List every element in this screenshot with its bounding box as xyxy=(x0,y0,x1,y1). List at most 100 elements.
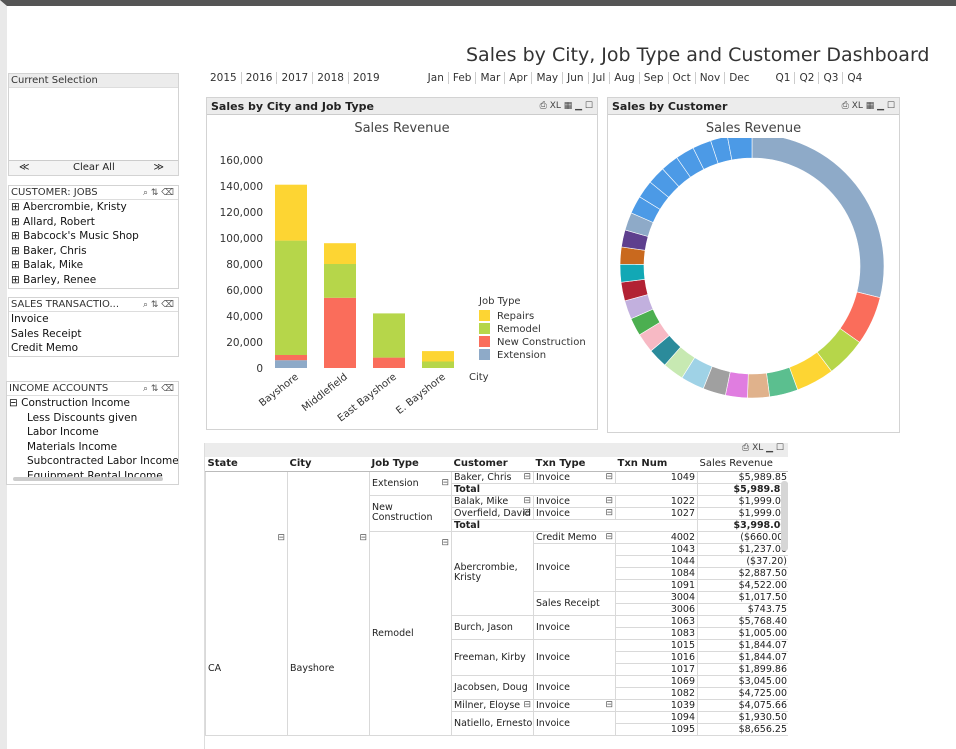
txn-num-cell[interactable]: 1043 xyxy=(615,542,698,556)
filter-month[interactable]: Aug xyxy=(610,72,640,84)
customer-cell[interactable]: Jacobsen, Doug xyxy=(451,674,534,700)
txn-num-cell[interactable]: 3004 xyxy=(615,590,698,604)
txn-type-cell[interactable]: Invoice xyxy=(533,614,616,640)
filter-quarter[interactable]: Q3 xyxy=(819,72,844,84)
search-icon[interactable]: ⌕ ⇅ ⌫ xyxy=(143,298,174,311)
filter-month[interactable]: Nov xyxy=(696,72,726,84)
txn-num-cell[interactable]: 1049 xyxy=(615,470,698,484)
txn-type-cell[interactable]: ⊟ Invoice xyxy=(533,698,616,712)
filter-month[interactable]: Apr xyxy=(505,72,533,84)
txn-num-cell[interactable]: 3006 xyxy=(615,602,698,616)
txn-num-cell[interactable]: 4002 xyxy=(615,530,698,544)
excel-export-icon[interactable]: XL xyxy=(752,443,763,453)
filter-month[interactable]: Mar xyxy=(476,72,506,84)
collapse-icon[interactable]: ⊟ xyxy=(441,538,449,549)
list-item[interactable]: ⊞ Balak, Mike xyxy=(9,258,178,273)
txn-type-cell[interactable]: ⊟ Invoice xyxy=(533,470,616,484)
chart-toolbar[interactable]: ⎙ XL ▦ ▁ ☐ xyxy=(842,98,895,115)
prev-selection-button[interactable]: ≪ xyxy=(19,161,29,175)
list-item[interactable]: Credit Memo xyxy=(9,341,178,356)
filter-quarter[interactable]: Q1 xyxy=(772,72,796,84)
excel-export-icon[interactable]: XL xyxy=(852,101,863,111)
list-item[interactable]: Invoice xyxy=(9,312,178,327)
list-item[interactable]: ⊞ Babcock's Music Shop xyxy=(9,229,178,244)
filter-quarter[interactable]: Q2 xyxy=(795,72,820,84)
txn-num-cell[interactable]: 1091 xyxy=(615,578,698,592)
txn-type-cell[interactable]: Invoice xyxy=(533,674,616,700)
collapse-icon[interactable]: ⊟ xyxy=(359,533,367,544)
txn-type-cell[interactable]: ⊟ Invoice xyxy=(533,494,616,508)
list-item[interactable]: Subcontracted Labor Income xyxy=(7,454,178,469)
list-item[interactable]: ⊞ Barley, Renee xyxy=(9,273,178,288)
list-item[interactable]: Materials Income xyxy=(7,440,178,455)
state-cell[interactable]: ⊟ CA xyxy=(205,470,288,736)
txn-num-cell[interactable]: 1015 xyxy=(615,638,698,652)
txn-num-cell[interactable]: 1017 xyxy=(615,662,698,676)
search-icon[interactable]: ⌕ ⇅ ⌫ xyxy=(143,382,174,395)
collapse-icon[interactable]: ⊟ xyxy=(605,496,613,506)
column-header[interactable]: Sales Revenue xyxy=(697,457,788,472)
collapse-icon[interactable]: ⊟ xyxy=(523,472,531,482)
horizontal-scrollbar[interactable] xyxy=(13,477,163,481)
list-item[interactable]: Labor Income xyxy=(7,425,178,440)
filter-year[interactable]: 2019 xyxy=(349,72,384,84)
filter-year[interactable]: 2018 xyxy=(313,72,349,84)
search-icon[interactable]: ⌕ ⇅ ⌫ xyxy=(143,186,174,199)
column-header[interactable]: Job Type xyxy=(369,457,452,472)
collapse-icon[interactable]: ⊟ xyxy=(523,496,531,506)
list-item[interactable]: Less Discounts given xyxy=(7,411,178,426)
column-header[interactable]: State xyxy=(205,457,288,472)
column-header[interactable]: City xyxy=(287,457,370,472)
column-header[interactable]: Txn Num xyxy=(615,457,698,472)
filter-month[interactable]: Dec xyxy=(725,72,753,84)
filter-month[interactable]: Jan xyxy=(424,72,449,84)
job-type-cell[interactable]: ⊟ Extension xyxy=(369,470,452,496)
vertical-scrollbar[interactable] xyxy=(781,481,788,551)
txn-num-cell[interactable]: 1016 xyxy=(615,650,698,664)
collapse-icon[interactable]: ⊟ xyxy=(441,478,449,489)
excel-export-icon[interactable]: XL xyxy=(550,101,561,111)
customer-cell[interactable]: Natiello, Ernesto xyxy=(451,710,534,736)
list-item[interactable]: ⊞ Abercrombie, Kristy xyxy=(9,200,178,215)
filter-month[interactable]: May xyxy=(532,72,564,84)
customer-cell[interactable]: Freeman, Kirby xyxy=(451,638,534,676)
filter-year[interactable]: 2015 xyxy=(206,72,242,84)
txn-num-cell[interactable]: 1069 xyxy=(615,674,698,688)
collapse-icon[interactable]: ⊟ xyxy=(605,508,613,518)
list-item[interactable]: Sales Receipt xyxy=(9,327,178,342)
txn-num-cell[interactable]: 1095 xyxy=(615,722,698,736)
txn-num-cell[interactable]: 1044 xyxy=(615,554,698,568)
city-cell[interactable]: ⊟ Bayshore xyxy=(287,470,370,736)
column-header[interactable]: Txn Type xyxy=(533,457,616,472)
filter-month[interactable]: Sep xyxy=(640,72,669,84)
list-item[interactable]: Equipment Rental Income xyxy=(7,469,178,477)
job-type-cell[interactable]: New Construction xyxy=(369,494,452,532)
txn-type-cell[interactable]: Invoice xyxy=(533,710,616,736)
txn-type-cell[interactable]: ⊟ Credit Memo xyxy=(533,530,616,544)
txn-type-cell[interactable]: Invoice xyxy=(533,542,616,592)
column-header[interactable]: Customer xyxy=(451,457,534,472)
txn-num-cell[interactable]: 1082 xyxy=(615,686,698,700)
txn-type-cell[interactable]: ⊟ Invoice xyxy=(533,506,616,520)
filter-month[interactable]: Feb xyxy=(449,72,477,84)
txn-num-cell[interactable]: 1027 xyxy=(615,506,698,520)
collapse-icon[interactable]: ⊟ xyxy=(523,700,531,710)
filter-year[interactable]: 2016 xyxy=(242,72,278,84)
filter-month[interactable]: Oct xyxy=(669,72,696,84)
filter-quarter[interactable]: Q4 xyxy=(843,72,866,84)
list-item[interactable]: ⊞ Baker, Chris xyxy=(9,244,178,259)
table-toolbar[interactable]: ⎙ XL ▁ ☐ xyxy=(742,443,784,453)
list-item[interactable]: ⊞ Allard, Robert xyxy=(9,215,178,230)
filter-month[interactable]: Jun xyxy=(563,72,589,84)
customer-cell[interactable]: Abercrombie, Kristy xyxy=(451,530,534,616)
collapse-icon[interactable]: ⊟ xyxy=(277,533,285,544)
job-type-cell[interactable]: ⊟ Remodel xyxy=(369,530,452,736)
customer-cell[interactable]: ⊟ Overfield, David xyxy=(451,506,534,520)
txn-type-cell[interactable]: Invoice xyxy=(533,638,616,676)
filter-month[interactable]: Jul xyxy=(589,72,611,84)
collapse-icon[interactable]: ⊟ xyxy=(605,532,613,542)
collapse-icon[interactable]: ⊟ xyxy=(605,700,613,710)
txn-num-cell[interactable]: 1063 xyxy=(615,614,698,628)
next-selection-button[interactable]: ≫ xyxy=(154,161,164,175)
customer-cell[interactable]: ⊟ Balak, Mike xyxy=(451,494,534,508)
